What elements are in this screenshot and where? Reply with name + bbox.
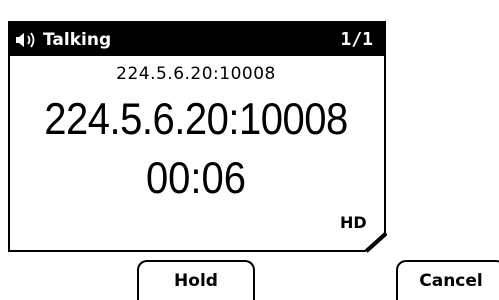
call-duration: 00:06	[145, 154, 247, 204]
call-index: 1/1	[340, 29, 373, 50]
cancel-button[interactable]: Cancel	[396, 260, 499, 300]
call-card: Talking 1/1 224.5.6.20:10008 224.5.6.20:…	[7, 20, 387, 253]
phone-screen: Talking 1/1 224.5.6.20:10008 224.5.6.20:…	[0, 0, 499, 300]
hd-badge: HD	[340, 213, 367, 232]
remote-address-small: 224.5.6.20:10008	[116, 64, 276, 84]
call-status-bar: Talking 1/1	[10, 23, 385, 56]
remote-address-large: 224.5.6.20:10008	[44, 95, 348, 145]
speaker-icon	[15, 30, 41, 50]
hold-button[interactable]: Hold	[137, 260, 255, 300]
call-status-text: Talking	[43, 29, 112, 50]
